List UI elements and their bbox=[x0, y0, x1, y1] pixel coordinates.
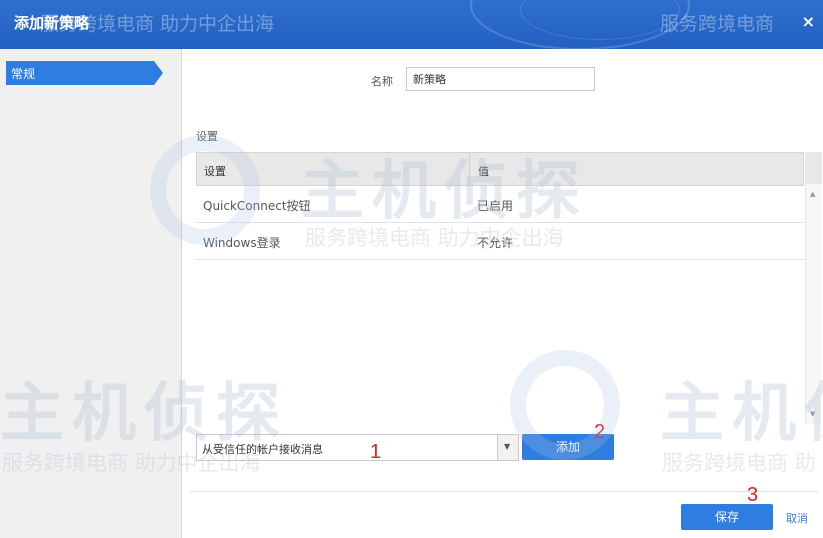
setting-name: Windows登录 bbox=[203, 236, 281, 250]
chevron-down-icon: ▼ bbox=[504, 442, 511, 451]
message-option-select[interactable]: 从受信任的帐户接收消息 ▼ bbox=[196, 434, 519, 461]
setting-value: 已启用 bbox=[477, 199, 514, 213]
annotation-number: 2 bbox=[594, 421, 606, 443]
dropdown-button[interactable]: ▼ bbox=[497, 435, 518, 460]
cancel-link[interactable]: 取消 bbox=[786, 510, 808, 526]
setting-name: QuickConnect按钮 bbox=[203, 199, 311, 213]
scroll-down-icon[interactable]: ▼ bbox=[810, 410, 815, 418]
setting-value: 不允许 bbox=[477, 236, 514, 250]
column-header-setting[interactable]: 设置 bbox=[204, 163, 226, 179]
sidebar-item-general[interactable]: 常规 bbox=[6, 61, 163, 85]
sidebar: 常规 bbox=[0, 49, 182, 538]
name-label: 名称 bbox=[371, 75, 393, 88]
annotation-number: 1 bbox=[370, 441, 382, 463]
settings-section-label: 设置 bbox=[196, 130, 218, 143]
dialog-titlebar: 服务跨境电商 助力中企出海 服务跨境电商 添加新策略 × bbox=[0, 0, 823, 49]
save-button[interactable]: 保存 bbox=[681, 504, 773, 530]
scroll-up-icon[interactable]: ▲ bbox=[810, 190, 815, 198]
settings-table: 设置 值 QuickConnect按钮 已启用 Windows登录 不允许 bbox=[196, 152, 804, 424]
table-row[interactable]: QuickConnect按钮 已启用 bbox=[196, 186, 804, 223]
watermark-slogan: 服务跨境电商 助 bbox=[662, 451, 816, 475]
sidebar-item-label: 常规 bbox=[11, 67, 36, 81]
scrollbar-header-cap bbox=[806, 152, 822, 184]
annotation-number: 3 bbox=[747, 484, 759, 506]
name-input[interactable] bbox=[406, 67, 595, 91]
column-divider bbox=[469, 153, 470, 185]
close-icon[interactable]: × bbox=[802, 12, 815, 31]
table-scrollbar[interactable]: ▲ ▼ bbox=[805, 152, 822, 424]
table-row[interactable]: Windows登录 不允许 bbox=[196, 223, 804, 260]
select-value: 从受信任的帐户接收消息 bbox=[202, 443, 323, 456]
table-header: 设置 值 bbox=[196, 152, 804, 186]
footer-divider bbox=[190, 491, 818, 492]
dialog-title: 添加新策略 bbox=[14, 14, 90, 32]
watermark-slogan: 服务跨境电商 bbox=[660, 13, 775, 35]
column-header-value[interactable]: 值 bbox=[478, 163, 489, 179]
